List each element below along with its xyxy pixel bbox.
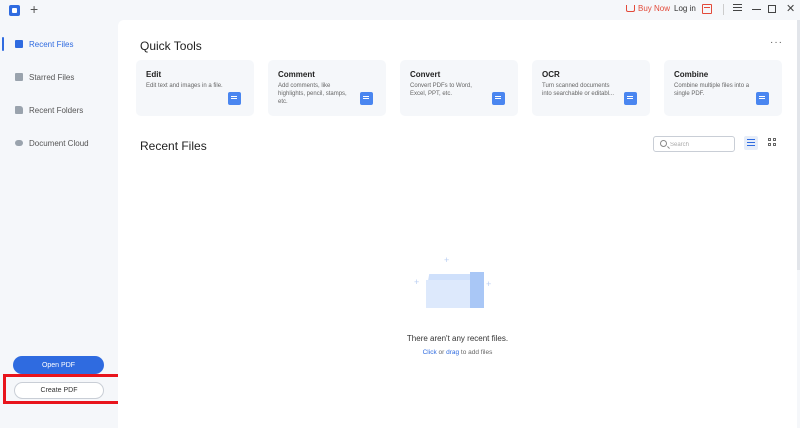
search-box[interactable] <box>653 136 735 152</box>
recent-files-title: Recent Files <box>140 139 207 153</box>
create-pdf-button[interactable]: Create PDF <box>14 382 104 399</box>
sidebar-item-label: Document Cloud <box>29 138 89 148</box>
list-view-icon[interactable] <box>744 136 758 150</box>
cart-icon <box>626 5 635 12</box>
search-icon <box>660 140 667 147</box>
ocr-icon <box>624 92 637 105</box>
login-button[interactable]: Log in <box>674 4 696 13</box>
tool-card-desc: Combine multiple files into a single PDF… <box>674 83 750 97</box>
gift-icon[interactable] <box>702 4 712 14</box>
document-icon <box>15 40 23 48</box>
empty-folder-illustration: + + + <box>414 256 494 326</box>
edit-icon <box>228 92 241 105</box>
tool-card-title: OCR <box>542 70 560 79</box>
main-panel: Quick Tools ··· Edit Edit text and image… <box>118 20 797 428</box>
tool-card-edit[interactable]: Edit Edit text and images in a file. <box>136 60 254 116</box>
sidebar-item-recent-files[interactable]: Recent Files <box>0 35 118 53</box>
more-options-icon[interactable]: ··· <box>770 37 783 48</box>
close-icon[interactable]: ✕ <box>786 4 796 15</box>
sidebar-item-document-cloud[interactable]: Document Cloud <box>0 134 118 152</box>
tool-card-title: Combine <box>674 70 709 79</box>
buy-now-label: Buy Now <box>638 4 671 13</box>
sidebar-item-label: Starred Files <box>29 72 75 82</box>
open-pdf-button[interactable]: Open PDF <box>13 356 104 374</box>
sidebar-item-label: Recent Folders <box>29 105 84 115</box>
title-bar: + Buy Now Log in ✕ <box>0 0 800 20</box>
drag-link[interactable]: drag <box>446 349 459 356</box>
comment-icon <box>360 92 373 105</box>
quick-tools-title: Quick Tools <box>140 39 202 53</box>
click-link[interactable]: Click <box>423 349 437 356</box>
convert-icon <box>492 92 505 105</box>
tool-card-title: Convert <box>410 70 441 79</box>
empty-state-hint: Click or drag to add files <box>422 349 493 356</box>
star-icon <box>15 73 23 81</box>
folder-icon <box>15 106 23 114</box>
combine-icon <box>756 92 769 105</box>
tool-card-comment[interactable]: Comment Add comments, like highlights, p… <box>268 60 386 116</box>
titlebar-divider <box>723 4 724 15</box>
maximize-icon[interactable] <box>768 5 776 13</box>
app-logo-icon <box>9 5 20 16</box>
search-input[interactable] <box>670 139 730 150</box>
tool-card-desc: Convert PDFs to Word, Excel, PPT, etc. <box>410 83 472 97</box>
buy-now-button[interactable]: Buy Now <box>626 4 670 13</box>
minimize-icon[interactable] <box>752 4 762 14</box>
tool-card-title: Edit <box>146 70 162 79</box>
menu-icon[interactable] <box>733 4 743 14</box>
tool-card-title: Comment <box>278 70 315 79</box>
sidebar-item-starred-files[interactable]: Starred Files <box>0 68 118 86</box>
tool-card-convert[interactable]: Convert Convert PDFs to Word, Excel, PPT… <box>400 60 518 116</box>
sparkle-icon: + <box>486 279 492 289</box>
sparkle-icon: + <box>414 277 420 287</box>
tool-card-desc: Add comments, like highlights, pencil, s… <box>278 83 347 105</box>
sparkle-icon: + <box>444 255 450 265</box>
tool-card-combine[interactable]: Combine Combine multiple files into a si… <box>664 60 782 116</box>
tool-card-desc: Turn scanned documents into searchable o… <box>542 83 615 97</box>
cloud-icon <box>15 140 23 146</box>
empty-state-text: There aren't any recent files. <box>406 334 509 343</box>
new-tab-button[interactable]: + <box>30 1 38 17</box>
tool-card-ocr[interactable]: OCR Turn scanned documents into searchab… <box>532 60 650 116</box>
tool-card-desc: Edit text and images in a file. <box>146 83 223 89</box>
sidebar-item-label: Recent Files <box>29 39 74 49</box>
sidebar-item-recent-folders[interactable]: Recent Folders <box>0 101 118 119</box>
grid-view-icon[interactable] <box>768 138 778 148</box>
